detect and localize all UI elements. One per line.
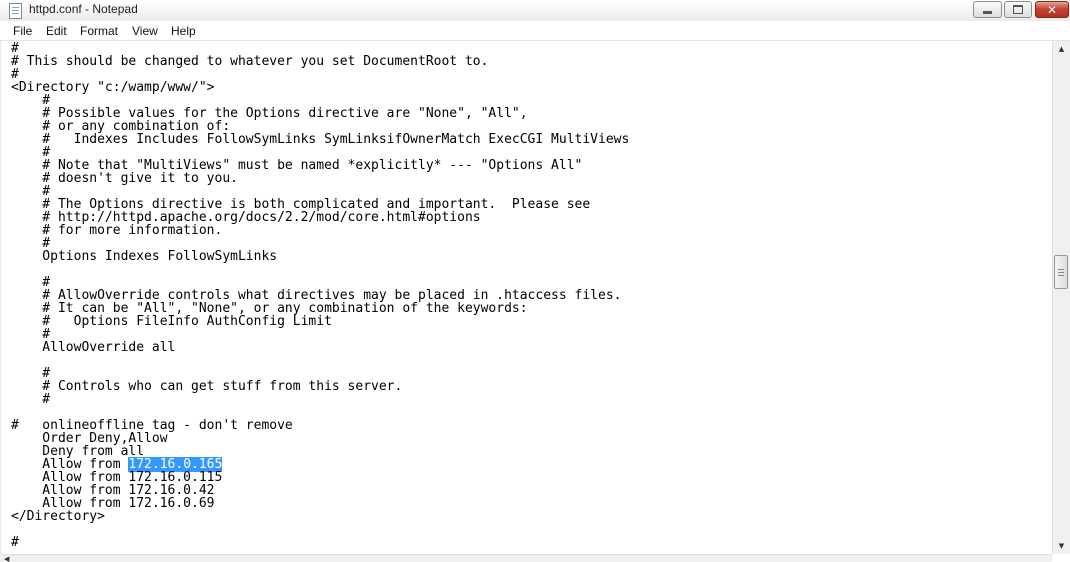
maximize-button[interactable]	[1004, 1, 1032, 18]
editor-line: # Controls who can get stuff from this s…	[11, 380, 629, 393]
scroll-up-button[interactable]: ▲	[1053, 41, 1070, 57]
scrollbar-thumb[interactable]	[1054, 255, 1068, 289]
menu-edit[interactable]: Edit	[46, 24, 67, 38]
editor-line: # for more information.	[11, 224, 629, 237]
menu-help[interactable]: Help	[171, 24, 196, 38]
horizontal-scrollbar[interactable]: ◀	[0, 554, 1052, 562]
notepad-icon[interactable]	[9, 3, 22, 19]
editor-line: #	[11, 536, 629, 549]
line-text: # Controls who can get stuff from this s…	[11, 379, 403, 394]
menu-bar: File Edit Format View Help	[0, 21, 1070, 41]
scroll-down-button[interactable]: ▼	[1053, 538, 1070, 554]
editor-line: # Options FileInfo AuthConfig Limit	[11, 315, 629, 328]
text-editor[interactable]: # # This should be changed to whatever yo…	[0, 41, 1053, 554]
line-text: #	[11, 392, 51, 407]
editor-line: AllowOverride all	[11, 341, 629, 354]
menu-view[interactable]: View	[132, 24, 158, 38]
line-text: # This should be changed to whatever you…	[11, 54, 489, 69]
editor-line: #	[11, 393, 629, 406]
line-text: Options Indexes FollowSymLinks	[11, 249, 278, 264]
editor-line: # This should be changed to whatever you…	[11, 55, 629, 68]
line-text: #	[11, 535, 19, 550]
line-text: # Indexes Includes FollowSymLinks SymLin…	[11, 132, 630, 147]
minimize-icon	[983, 11, 992, 14]
chevron-left-icon[interactable]: ◀	[4, 555, 9, 562]
editor-line: </Directory>	[11, 510, 629, 523]
editor-line: # doesn't give it to you.	[11, 172, 629, 185]
chevron-up-icon: ▲	[1058, 45, 1065, 53]
close-icon: ✕	[1046, 2, 1058, 17]
editor-line: # Indexes Includes FollowSymLinks SymLin…	[11, 133, 629, 146]
line-text: # Options FileInfo AuthConfig Limit	[11, 314, 332, 329]
notepad-window: httpd.conf - Notepad ✕ File Edit Format …	[0, 0, 1070, 562]
line-text: </Directory>	[11, 509, 105, 524]
chevron-down-icon: ▼	[1058, 542, 1065, 550]
editor-line: <Directory "c:/wamp/www/">	[11, 81, 629, 94]
title-bar[interactable]: httpd.conf - Notepad ✕	[0, 0, 1070, 21]
minimize-button[interactable]	[973, 1, 1002, 18]
editor-line: Options Indexes FollowSymLinks	[11, 250, 629, 263]
line-text: AllowOverride all	[11, 340, 176, 355]
menu-file[interactable]: File	[13, 24, 32, 38]
editor-content[interactable]: # # This should be changed to whatever yo…	[11, 42, 629, 549]
window-title: httpd.conf - Notepad	[29, 2, 138, 16]
maximize-icon	[1013, 5, 1023, 14]
menu-format[interactable]: Format	[80, 24, 118, 38]
close-button[interactable]: ✕	[1035, 1, 1069, 18]
vertical-scrollbar[interactable]: ▲ ▼	[1052, 41, 1070, 554]
